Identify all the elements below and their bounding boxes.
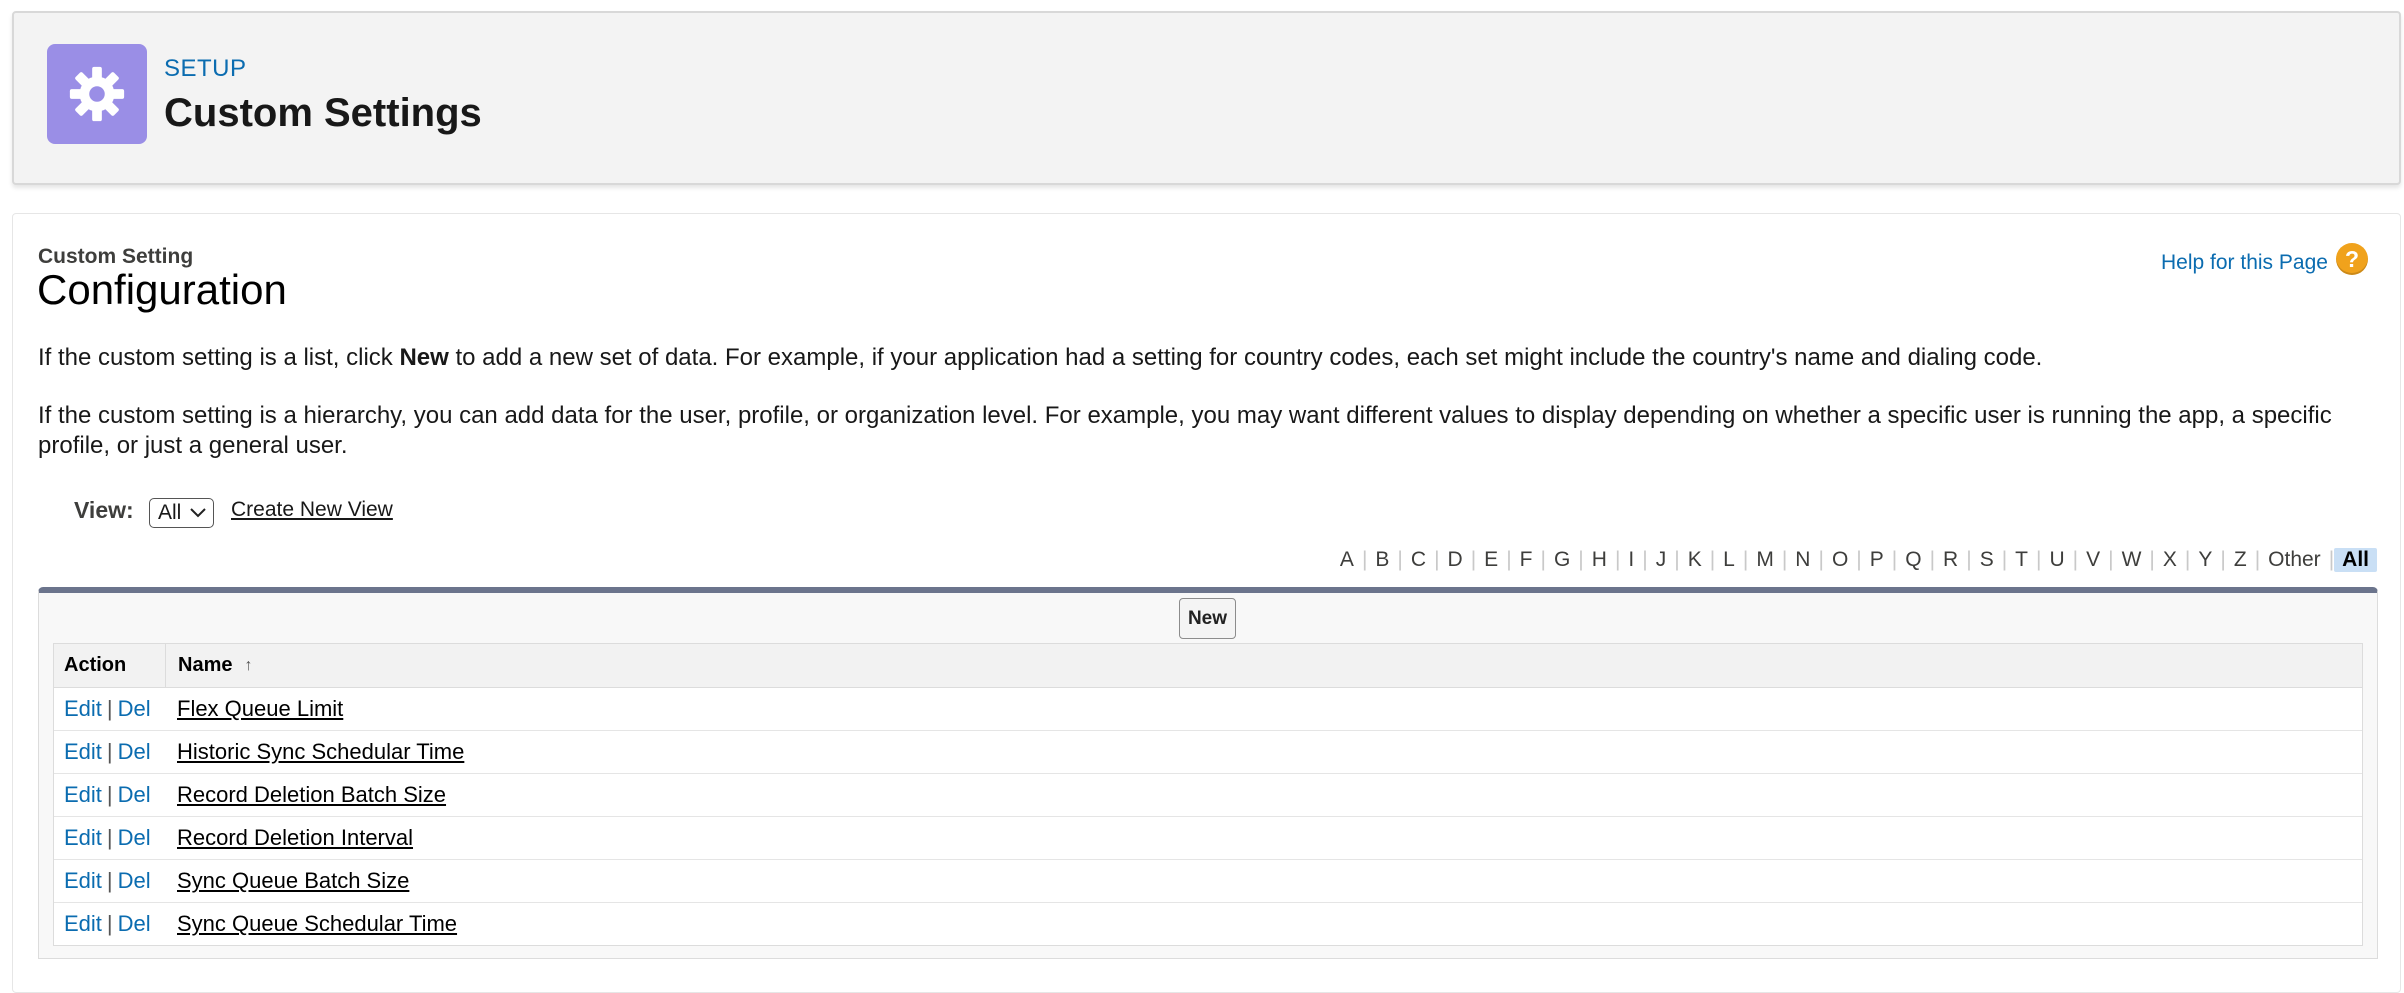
table-row: Edit | Del Record Deletion Interval	[54, 817, 2362, 860]
alpha-filter-m[interactable]: M	[1748, 548, 1782, 572]
action-separator: |	[106, 825, 113, 850]
alpha-filter-a[interactable]: A	[1332, 548, 1362, 572]
alpha-filter-h[interactable]: H	[1584, 548, 1615, 572]
setting-name-link[interactable]: Record Deletion Interval	[166, 825, 413, 851]
setting-name-link[interactable]: Historic Sync Schedular Time	[166, 739, 464, 765]
breadcrumb[interactable]: SETUP	[164, 55, 247, 83]
alpha-filter-s[interactable]: S	[1972, 548, 2002, 572]
view-label: View:	[74, 497, 134, 523]
action-separator: |	[106, 739, 113, 764]
alpha-filter-i[interactable]: I	[1620, 548, 1642, 572]
action-cell: Edit | Del	[54, 739, 166, 765]
help-icon[interactable]: ?	[2336, 243, 2368, 275]
edit-link[interactable]: Edit	[64, 696, 102, 721]
alpha-filter-u[interactable]: U	[2041, 548, 2072, 572]
action-cell: Edit | Del	[54, 868, 166, 894]
alpha-filter-n[interactable]: N	[1787, 548, 1818, 572]
alpha-filter-k[interactable]: K	[1680, 548, 1710, 572]
alpha-filter-d[interactable]: D	[1440, 548, 1471, 572]
alpha-filter-p[interactable]: P	[1862, 548, 1892, 572]
alpha-filter: A | B | C | D | E | F | G | H | I | J | K | L | M | N | O | P | Q | R | S | T |…	[1332, 546, 2377, 574]
alpha-filter-q[interactable]: Q	[1897, 548, 1929, 572]
edit-link[interactable]: Edit	[64, 782, 102, 807]
sort-ascending-icon: ↑	[244, 656, 253, 674]
description-text: If the custom setting is a list, click	[38, 344, 400, 371]
alpha-filter-y[interactable]: Y	[2190, 548, 2220, 572]
delete-link[interactable]: Del	[118, 825, 151, 850]
action-cell: Edit | Del	[54, 825, 166, 851]
alpha-filter-w[interactable]: W	[2114, 548, 2150, 572]
create-new-view-link[interactable]: Create New View	[231, 498, 393, 522]
delete-link[interactable]: Del	[118, 782, 151, 807]
description-hierarchy: If the custom setting is a hierarchy, yo…	[38, 402, 2332, 459]
setting-name-link[interactable]: Flex Queue Limit	[166, 696, 343, 722]
setting-name-link[interactable]: Sync Queue Batch Size	[166, 868, 409, 894]
delete-link[interactable]: Del	[118, 868, 151, 893]
alpha-filter-v[interactable]: V	[2078, 548, 2108, 572]
setting-name-link[interactable]: Sync Queue Schedular Time	[166, 911, 457, 937]
alpha-filter-all[interactable]: All	[2334, 548, 2377, 572]
action-cell: Edit | Del	[54, 911, 166, 937]
view-select[interactable]: All	[149, 498, 214, 528]
chevron-down-icon	[189, 501, 207, 525]
column-header-action: Action	[54, 644, 166, 687]
page-header: SETUP Custom Settings	[12, 11, 2401, 185]
action-cell: Edit | Del	[54, 782, 166, 808]
new-button[interactable]: New	[1179, 598, 1236, 639]
table-row: Edit | Del Historic Sync Schedular Time	[54, 731, 2362, 774]
alpha-filter-t[interactable]: T	[2007, 548, 2036, 572]
action-separator: |	[106, 696, 113, 721]
delete-link[interactable]: Del	[118, 739, 151, 764]
column-header-name-label: Name	[178, 654, 233, 676]
custom-settings-table: Action Name ↑ Edit | Del Flex Queue Limit Ed…	[53, 643, 2363, 946]
table-row: Edit | Del Record Deletion Batch Size	[54, 774, 2362, 817]
alpha-filter-c[interactable]: C	[1403, 548, 1434, 572]
alpha-filter-z[interactable]: Z	[2226, 548, 2255, 572]
help-link[interactable]: Help for this Page	[2161, 251, 2328, 275]
alpha-filter-r[interactable]: R	[1935, 548, 1966, 572]
view-select-value: All	[158, 501, 182, 524]
table-row: Edit | Del Flex Queue Limit	[54, 688, 2362, 731]
alpha-filter-e[interactable]: E	[1476, 548, 1506, 572]
alpha-filter-f[interactable]: F	[1512, 548, 1541, 572]
alpha-filter-b[interactable]: B	[1367, 548, 1397, 572]
table-header: Action Name ↑	[54, 644, 2362, 688]
alpha-filter-x[interactable]: X	[2155, 548, 2185, 572]
description-list: If the custom setting is a list, click N…	[38, 343, 2368, 373]
alpha-filter-l[interactable]: L	[1715, 548, 1743, 572]
section-title: Configuration	[37, 266, 287, 313]
action-separator: |	[106, 911, 113, 936]
column-header-name[interactable]: Name ↑	[166, 644, 252, 687]
table-body: Edit | Del Flex Queue Limit Edit | Del Historic…	[54, 688, 2362, 945]
action-cell: Edit | Del	[54, 696, 166, 722]
setting-name-link[interactable]: Record Deletion Batch Size	[166, 782, 446, 808]
action-separator: |	[106, 868, 113, 893]
alpha-filter-other[interactable]: Other	[2260, 548, 2329, 572]
gear-icon	[47, 44, 147, 144]
description-text: to add a new set of data. For example, i…	[448, 344, 2043, 371]
alpha-filter-g[interactable]: G	[1546, 548, 1578, 572]
alpha-filter-j[interactable]: J	[1648, 548, 1675, 572]
alpha-filter-o[interactable]: O	[1824, 548, 1856, 572]
table-row: Edit | Del Sync Queue Batch Size	[54, 860, 2362, 903]
delete-link[interactable]: Del	[118, 696, 151, 721]
edit-link[interactable]: Edit	[64, 825, 102, 850]
description-bold: New	[399, 344, 449, 371]
delete-link[interactable]: Del	[118, 911, 151, 936]
edit-link[interactable]: Edit	[64, 911, 102, 936]
action-separator: |	[106, 782, 113, 807]
page-title: Custom Settings	[164, 91, 482, 135]
table-row: Edit | Del Sync Queue Schedular Time	[54, 903, 2362, 945]
edit-link[interactable]: Edit	[64, 868, 102, 893]
edit-link[interactable]: Edit	[64, 739, 102, 764]
